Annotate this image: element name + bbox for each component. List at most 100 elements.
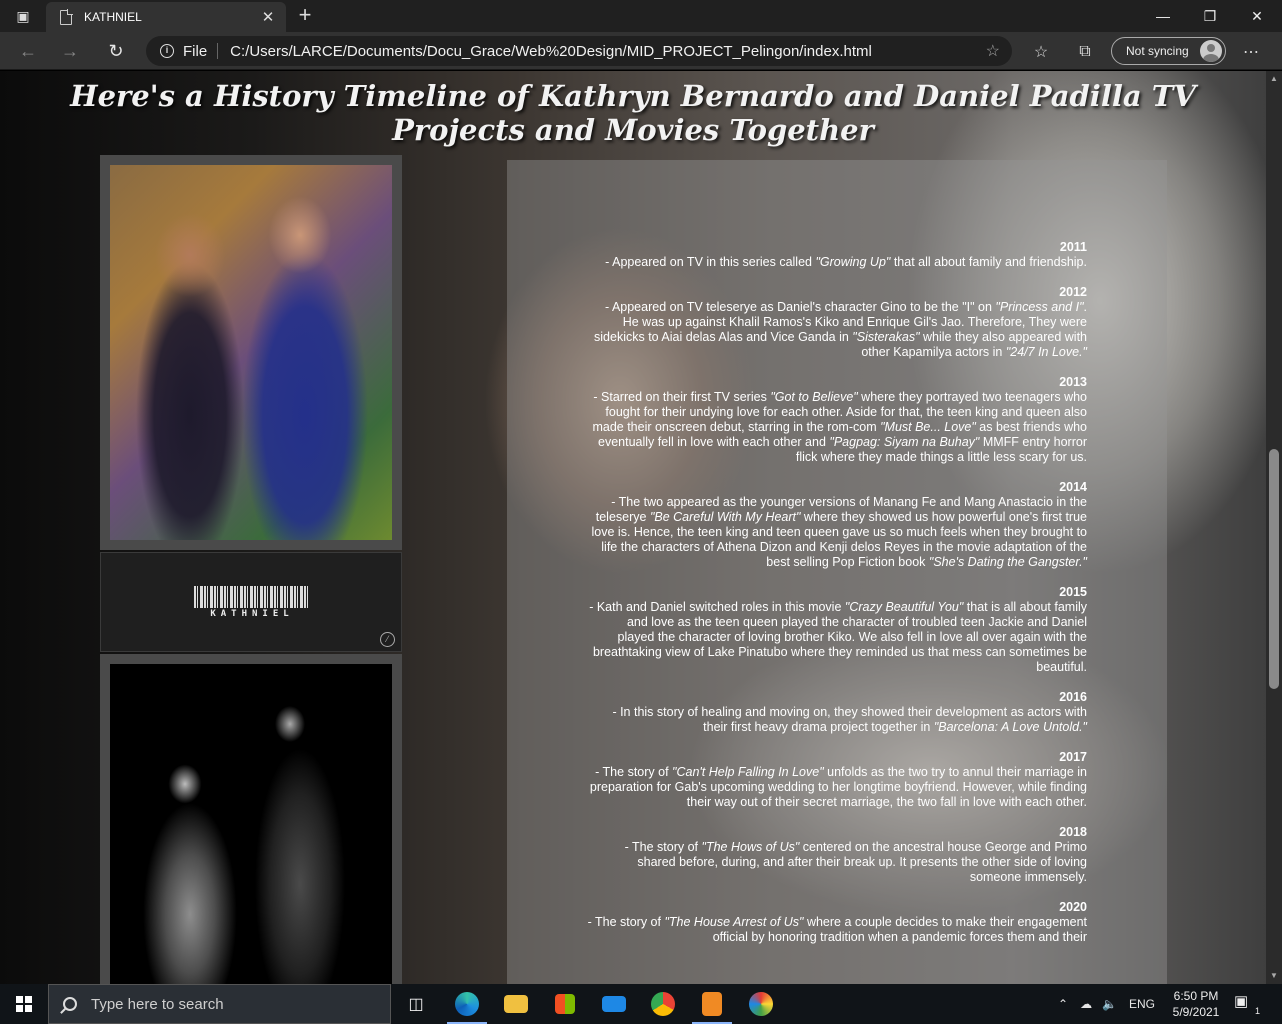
timeline-year: 2020 bbox=[1059, 900, 1087, 914]
title-reference: "The Hows of Us" bbox=[701, 840, 800, 854]
start-button[interactable] bbox=[0, 984, 48, 1024]
title-reference: "Be Careful With My Heart" bbox=[649, 510, 801, 524]
system-tray: ⌃ ☁ 🔈 ENG bbox=[1058, 984, 1155, 1024]
windows-icon bbox=[16, 996, 32, 1012]
timeline-text: that all about family and friendship. bbox=[890, 255, 1087, 269]
info-icon[interactable]: i bbox=[160, 44, 174, 58]
taskbar-search[interactable]: Type here to search bbox=[48, 984, 391, 1024]
browser-toolbar: ← → ↻ i File C:/Users/LARCE/Documents/Do… bbox=[0, 32, 1282, 70]
timeline-entry: 2012 - Appeared on TV teleserye as Daniel… bbox=[587, 285, 1087, 360]
title-reference: "Can't Help Falling In Love" bbox=[672, 765, 824, 779]
paint-app-icon[interactable] bbox=[737, 984, 785, 1024]
sublime-text-icon[interactable] bbox=[688, 984, 736, 1024]
show-hidden-icons-icon[interactable]: ⌃ bbox=[1058, 997, 1068, 1011]
sync-button[interactable]: Not syncing bbox=[1111, 37, 1226, 65]
close-window-button[interactable]: ✕ bbox=[1234, 0, 1280, 32]
timeline-list: 2011 - Appeared on TV in this series call… bbox=[587, 240, 1087, 960]
restore-button[interactable]: ❐ bbox=[1187, 0, 1233, 32]
timeline-text: - Appeared on TV in this series called bbox=[605, 255, 816, 269]
timeline-year: 2014 bbox=[1059, 480, 1087, 494]
timeline-entry: 2014- The two appeared as the younger ve… bbox=[587, 480, 1087, 570]
browser-titlebar: ▣ KATHNIEL ✕ + — ❐ ✕ bbox=[0, 0, 1282, 32]
title-reference: "The House Arrest of Us" bbox=[664, 915, 804, 929]
timeline-year: 2012 bbox=[1059, 285, 1087, 299]
store-icon[interactable] bbox=[541, 984, 589, 1024]
tab-actions-icon[interactable]: ▣ bbox=[10, 6, 36, 26]
page-scrollbar[interactable]: ▲ ▼ bbox=[1266, 71, 1282, 984]
scrollbar-thumb[interactable] bbox=[1269, 449, 1279, 689]
timeline-text: - The story of bbox=[595, 765, 673, 779]
url-text[interactable]: C:/Users/LARCE/Documents/Docu_Grace/Web%… bbox=[230, 43, 985, 60]
timeline-entry: 2020 - The story of "The House Arrest of … bbox=[587, 900, 1087, 945]
timeline-entry: 2011 - Appeared on TV in this series call… bbox=[587, 240, 1087, 270]
search-icon bbox=[63, 997, 77, 1011]
timeline-panel: 2011 - Appeared on TV in this series call… bbox=[507, 160, 1167, 984]
volume-icon[interactable]: 🔈 bbox=[1102, 997, 1117, 1011]
timeline-year: 2011 bbox=[1059, 240, 1087, 254]
add-favorite-icon[interactable]: ☆ bbox=[986, 41, 1000, 61]
barcode-text: KATHNIEL bbox=[210, 609, 294, 619]
clock-time: 6:50 PM bbox=[1173, 989, 1219, 1003]
forward-button[interactable]: → bbox=[56, 37, 84, 65]
page-icon bbox=[60, 8, 73, 25]
clock-date: 5/9/2021 bbox=[1172, 1005, 1220, 1019]
address-divider bbox=[217, 43, 219, 59]
title-reference: "Pagpag: Siyam na Buhay" bbox=[829, 435, 980, 449]
photo-frame-bottom bbox=[100, 654, 402, 984]
address-scheme: File bbox=[183, 42, 208, 60]
timeline-year: 2016 bbox=[1059, 690, 1087, 704]
barcode-icon bbox=[194, 586, 310, 608]
timeline-entry: 2017 - The story of "Can't Help Falling I… bbox=[587, 750, 1087, 810]
photo-column: KATHNIEL ⁄ bbox=[100, 155, 402, 984]
timeline-year: 2015 bbox=[1059, 585, 1087, 599]
timeline-text: - Kath and Daniel switched roles in this… bbox=[589, 600, 845, 614]
timeline-text: - Starred on their first TV series bbox=[593, 390, 771, 404]
notifications-icon[interactable]: ▣ 1 bbox=[1234, 992, 1260, 1016]
new-tab-button[interactable]: + bbox=[292, 4, 318, 28]
mail-icon[interactable] bbox=[590, 984, 638, 1024]
title-reference: "Got to Believe" bbox=[770, 390, 858, 404]
title-reference: "Crazy Beautiful You" bbox=[844, 600, 964, 614]
file-explorer-icon[interactable] bbox=[492, 984, 540, 1024]
search-placeholder: Type here to search bbox=[91, 995, 224, 1013]
refresh-button[interactable]: ↻ bbox=[102, 37, 130, 65]
onedrive-icon[interactable]: ☁ bbox=[1080, 997, 1092, 1011]
tab-kathniel[interactable]: KATHNIEL ✕ bbox=[46, 2, 286, 32]
timeline-text: - The story of bbox=[624, 840, 702, 854]
timeline-year: 2018 bbox=[1059, 825, 1087, 839]
collections-icon[interactable]: ⧉ bbox=[1074, 41, 1096, 63]
timeline-entry: 2013 - Starred on their first TV series "… bbox=[587, 375, 1087, 465]
title-reference: "Must Be... Love" bbox=[880, 420, 976, 434]
title-reference: "Barcelona: A Love Untold." bbox=[933, 720, 1087, 734]
minimize-button[interactable]: — bbox=[1140, 0, 1186, 32]
timeline-text: - The story of bbox=[587, 915, 665, 929]
web-page: Here's a History Timeline of Kathryn Ber… bbox=[0, 71, 1266, 984]
timeline-text: - Appeared on TV teleserye as Daniel's c… bbox=[605, 300, 996, 314]
taskbar: Type here to search ◫ ⌃ ☁ 🔈 ENG 6:50 PM … bbox=[0, 984, 1282, 1024]
kathniel-barcode-banner: KATHNIEL ⁄ bbox=[100, 552, 402, 652]
title-reference: "24/7 In Love." bbox=[1005, 345, 1087, 359]
title-reference: "Growing Up" bbox=[815, 255, 891, 269]
couple-photo-bw bbox=[110, 664, 392, 984]
back-button[interactable]: ← bbox=[14, 37, 42, 65]
photo-frame-top bbox=[100, 155, 402, 550]
task-view-icon[interactable]: ◫ bbox=[392, 984, 440, 1024]
close-tab-icon[interactable]: ✕ bbox=[258, 8, 278, 26]
logo-icon: ⁄ bbox=[380, 632, 395, 647]
edge-app-icon[interactable] bbox=[443, 984, 491, 1024]
chrome-icon[interactable] bbox=[639, 984, 687, 1024]
favorites-icon[interactable]: ☆ bbox=[1030, 41, 1052, 63]
timeline-entry: 2016- In this story of healing and movin… bbox=[587, 690, 1087, 735]
title-reference: "Princess and I" bbox=[995, 300, 1084, 314]
title-reference: "Sisterakas" bbox=[852, 330, 920, 344]
timeline-entry: 2018- The story of "The Hows of Us" cent… bbox=[587, 825, 1087, 885]
scroll-up-icon[interactable]: ▲ bbox=[1266, 71, 1282, 87]
more-menu-icon[interactable]: ⋯ bbox=[1240, 41, 1262, 63]
scroll-down-icon[interactable]: ▼ bbox=[1266, 968, 1282, 984]
clock[interactable]: 6:50 PM 5/9/2021 bbox=[1164, 988, 1228, 1020]
sync-label: Not syncing bbox=[1126, 44, 1189, 58]
language-indicator[interactable]: ENG bbox=[1129, 997, 1155, 1011]
couple-photo-color bbox=[110, 165, 392, 540]
profile-avatar-icon bbox=[1200, 40, 1222, 62]
address-bar[interactable]: i File C:/Users/LARCE/Documents/Docu_Gra… bbox=[146, 36, 1012, 66]
